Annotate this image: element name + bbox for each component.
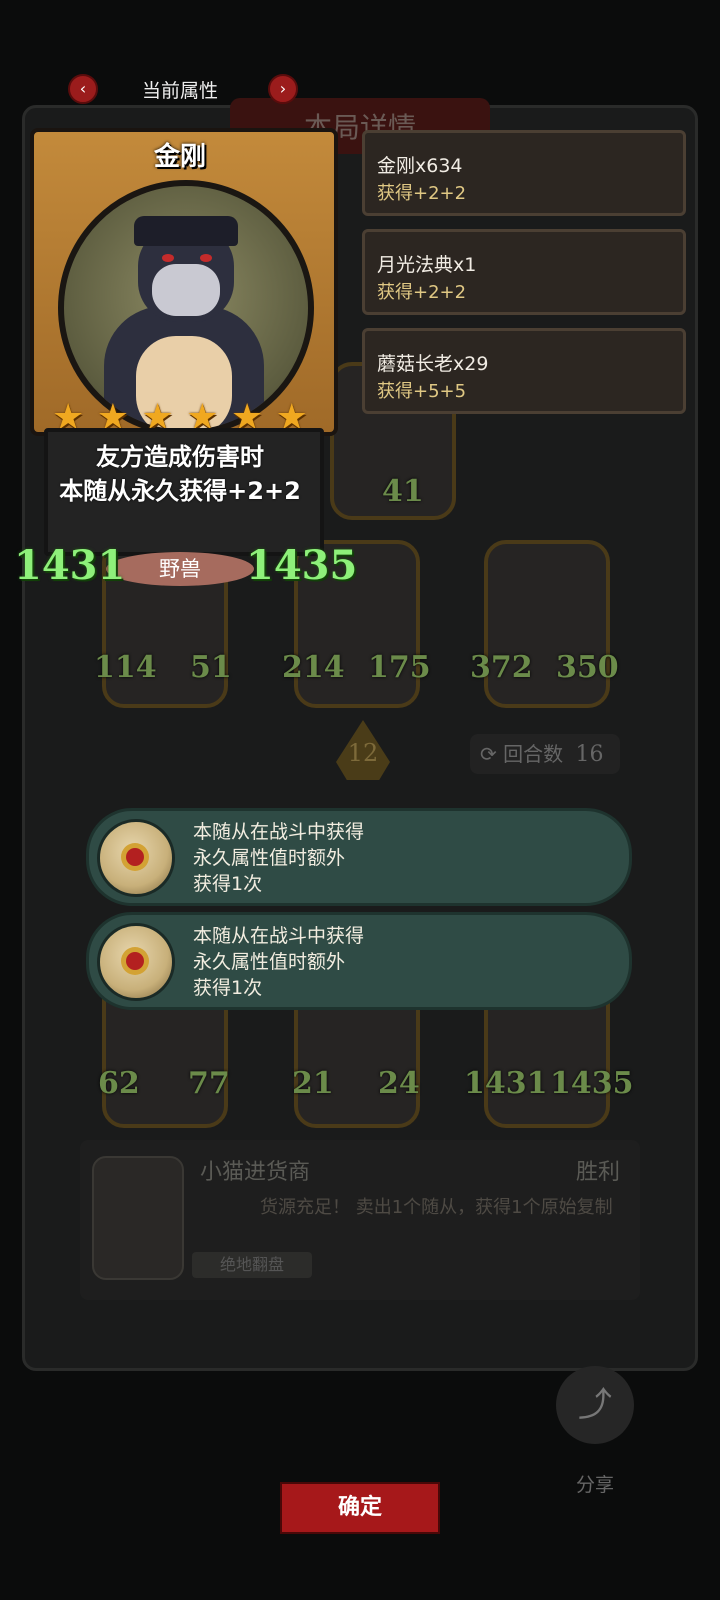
hero-name: 金刚 <box>153 142 206 172</box>
relic-banner: 本随从在战斗中获得 永久属性值时额外 获得1次 <box>86 808 632 906</box>
relic-line: 永久属性值时额外 <box>193 951 346 973</box>
portrait-hair <box>134 216 238 246</box>
hero-description: 友方造成伤害时 本随从永久获得+2+2 <box>30 440 330 508</box>
relic-line: 本随从在战斗中获得 <box>193 925 365 947</box>
prev-arrow-button[interactable]: ‹ <box>68 74 98 104</box>
board-card-attack: 114 <box>94 650 157 685</box>
relic-line: 本随从在战斗中获得 <box>193 821 365 843</box>
board-card-health: 77 <box>188 1066 230 1101</box>
hero-health: 1435 <box>246 542 358 589</box>
refresh-icon: ⟳ <box>480 742 497 766</box>
merchant-description: 货源充足！ 卖出1个随从，获得1个原始复制 <box>260 1197 613 1218</box>
source-name: 金刚x634 <box>377 155 463 177</box>
board-card-attack: 62 <box>98 1066 140 1101</box>
share-icon: ⤴ <box>578 1385 612 1425</box>
source-item: 金刚x634 获得+2+2 <box>362 130 686 216</box>
board-card-attack: 21 <box>292 1066 334 1101</box>
round-label: 回合数 <box>503 742 564 766</box>
source-item: 月光法典x1 获得+2+2 <box>362 229 686 315</box>
board-card-health: 51 <box>190 650 232 685</box>
board-card-attack: 214 <box>282 650 345 685</box>
gem <box>126 848 144 866</box>
merchant-portrait <box>92 1156 184 1280</box>
board-card-attack: 1431 <box>464 1066 548 1101</box>
board-card-health: 350 <box>556 650 619 685</box>
relic-description: 本随从在战斗中获得 永久属性值时额外 获得1次 <box>193 923 364 1001</box>
source-gain: 获得+2+2 <box>377 282 467 303</box>
hero-description-line: 友方造成伤害时 <box>96 443 264 471</box>
hero-card: 金刚 ★ ★ ★ ★ ★ ★ 友方造成伤害时 本随从永久获得+2+2 野兽 14… <box>14 128 357 598</box>
relic-line: 永久属性值时额外 <box>193 847 346 869</box>
round-counter: ⟳ 回合数 16 <box>470 734 620 774</box>
source-gain: 获得+2+2 <box>377 183 467 204</box>
confirm-button[interactable]: 确定 <box>280 1482 440 1534</box>
portrait-eye <box>200 254 212 262</box>
board-card-attack: 41 <box>382 474 424 509</box>
relic-line: 获得1次 <box>193 977 263 999</box>
merchant-panel: 小猫进货商 胜利 货源充足！ 卖出1个随从，获得1个原始复制 绝地翻盘 <box>80 1140 640 1300</box>
hero-description-line: 本随从永久获得+2+2 <box>59 477 301 505</box>
source-name: 月光法典x1 <box>377 254 477 276</box>
panel-title: 当前属性 <box>141 80 218 102</box>
board-card-health: 1435 <box>550 1066 634 1101</box>
relic-line: 获得1次 <box>193 873 263 895</box>
portrait-face <box>152 264 220 316</box>
chevron-left-icon: ‹ <box>79 79 87 98</box>
portrait-eye <box>162 254 174 262</box>
relic-banner: 本随从在战斗中获得 永久属性值时额外 获得1次 <box>86 912 632 1010</box>
round-value: 16 <box>575 742 604 767</box>
relic-description: 本随从在战斗中获得 永久属性值时额外 获得1次 <box>193 819 364 897</box>
board-card-attack: 372 <box>470 650 533 685</box>
board-card-health: 24 <box>378 1066 420 1101</box>
hero-type-badge: 野兽 <box>106 552 254 586</box>
source-item: 蘑菇长老x29 获得+5+5 <box>362 328 686 414</box>
golden-ring-icon <box>97 923 175 1001</box>
hero-attack: 1431 <box>14 542 126 589</box>
share-button[interactable]: ⤴ <box>556 1366 634 1444</box>
gem <box>126 952 144 970</box>
battle-result: 胜利 <box>575 1160 620 1185</box>
golden-ring-icon <box>97 819 175 897</box>
board-card-health: 175 <box>368 650 431 685</box>
source-name: 蘑菇长老x29 <box>377 353 489 375</box>
merchant-name: 小猫进货商 <box>200 1160 311 1185</box>
share-label: 分享 <box>575 1474 614 1496</box>
merchant-tag: 绝地翻盘 <box>192 1252 312 1278</box>
source-gain: 获得+5+5 <box>377 381 467 402</box>
chevron-right-icon: › <box>279 79 287 98</box>
next-arrow-button[interactable]: › <box>268 74 298 104</box>
